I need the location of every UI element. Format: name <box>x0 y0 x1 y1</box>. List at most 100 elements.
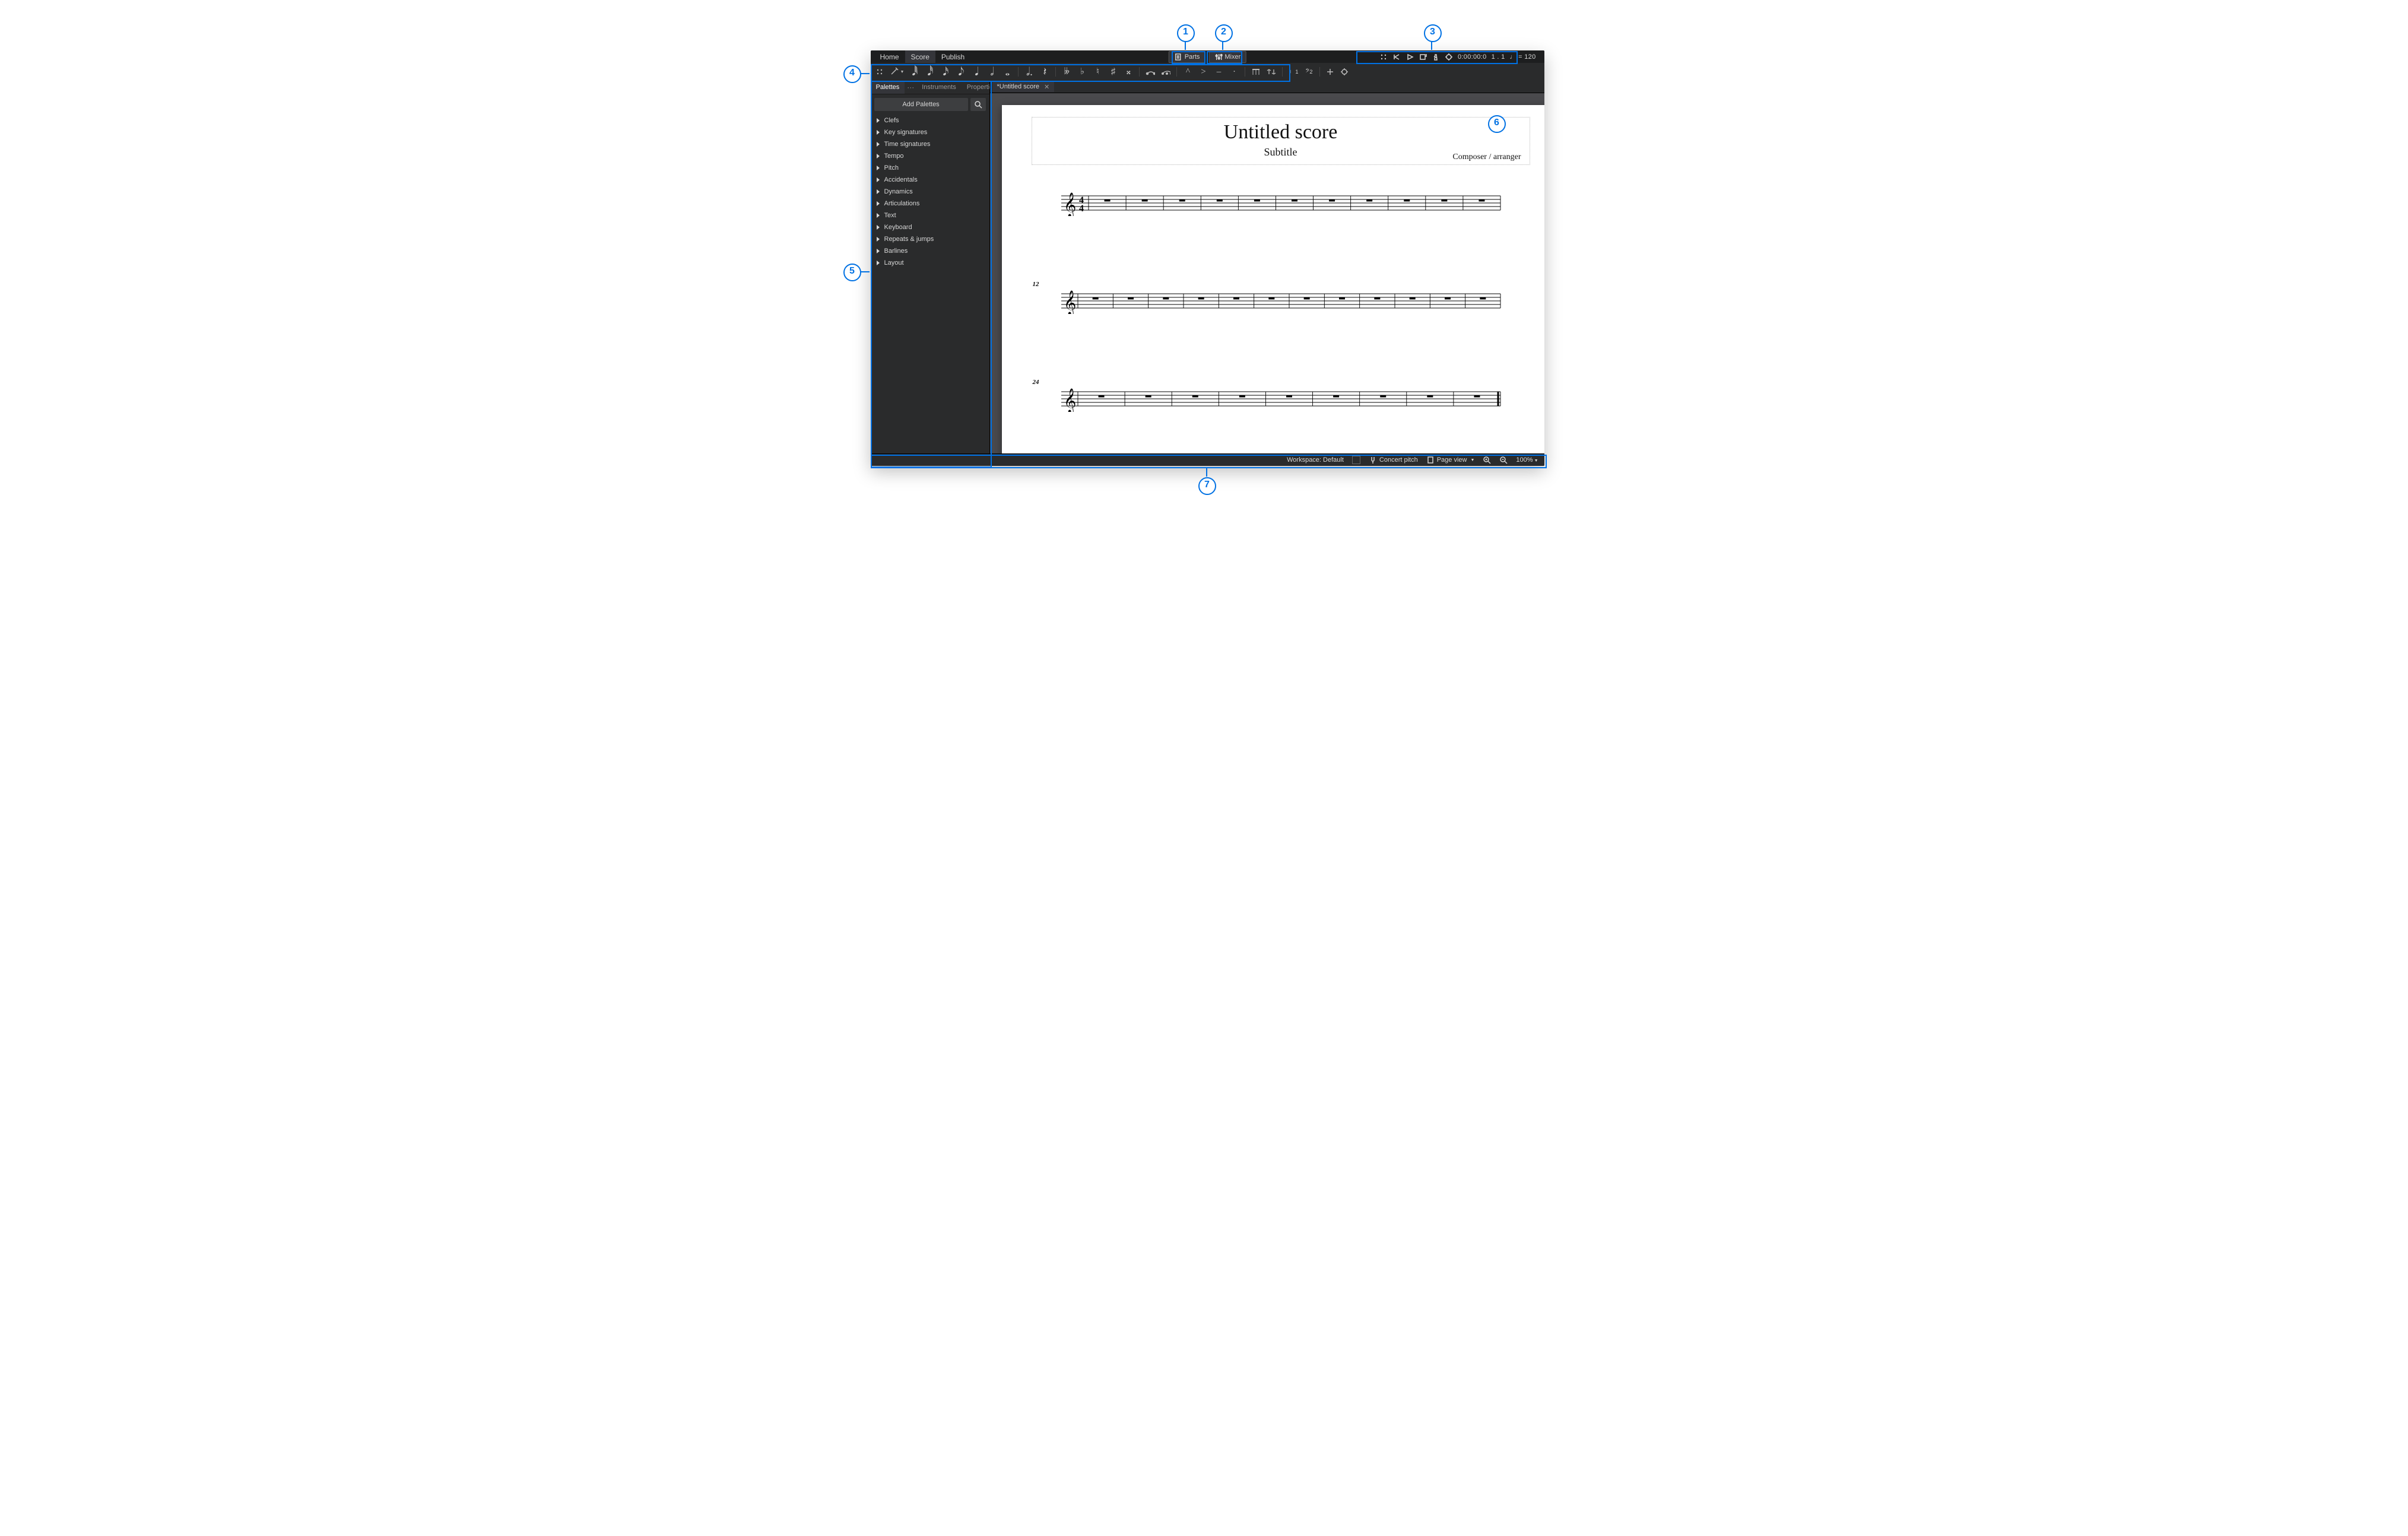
dotted-note-button[interactable]: 𝅗𝅥. <box>1024 66 1034 78</box>
accidental-button-4[interactable]: 𝄪 <box>1124 66 1133 78</box>
menu-bar: HomeScorePublish Parts Mixer 0:00:00: <box>871 50 1544 63</box>
tempo-value[interactable]: ♩ = 120 <box>1509 53 1535 61</box>
palette-item-label: Articulations <box>884 200 920 207</box>
sidebar-tab-instruments[interactable]: Instruments <box>916 81 961 94</box>
score-composer[interactable]: Composer / arranger <box>1452 153 1521 162</box>
tuplet-button[interactable] <box>1251 66 1261 78</box>
concert-pitch-toggle[interactable]: Concert pitch <box>1369 456 1418 464</box>
slur-button[interactable] <box>1161 66 1170 78</box>
zoom-in-button[interactable] <box>1483 456 1491 464</box>
chevron-right-icon <box>877 213 880 218</box>
callout-7: 7 <box>1198 477 1216 495</box>
menu-tab-publish[interactable]: Publish <box>935 50 970 63</box>
palette-item-barlines[interactable]: Barlines <box>871 245 989 257</box>
add-toolbar-button[interactable] <box>1326 68 1334 76</box>
chevron-right-icon <box>877 249 880 253</box>
duration-button-1[interactable]: 𝅘𝅥𝅰 <box>925 66 935 78</box>
duration-button-4[interactable]: 𝅘𝅥 <box>972 66 981 78</box>
score-viewport[interactable]: Untitled score Subtitle Composer / arran… <box>990 93 1544 453</box>
zoom-level[interactable]: 100%▼ <box>1516 456 1538 464</box>
sidebar-palettes: Palettes···InstrumentsProperties Add Pal… <box>871 81 990 453</box>
palette-item-text[interactable]: Text <box>871 210 989 221</box>
search-palettes-button[interactable] <box>970 98 986 111</box>
palette-item-dynamics[interactable]: Dynamics <box>871 186 989 198</box>
chevron-down-icon[interactable]: ▼ <box>900 70 905 74</box>
palette-item-pitch[interactable]: Pitch <box>871 162 989 174</box>
drag-handle-icon[interactable] <box>875 68 884 76</box>
workspace-selector[interactable]: Workspace: Default <box>1287 456 1344 464</box>
palette-item-accidentals[interactable]: Accidentals <box>871 174 989 186</box>
score-page: Untitled score Subtitle Composer / arran… <box>1002 105 1544 453</box>
rest-button[interactable]: 𝄽 <box>1040 66 1049 78</box>
callout-3: 3 <box>1424 24 1442 42</box>
accidental-button-1[interactable]: ♭ <box>1077 66 1087 78</box>
chevron-right-icon <box>877 261 880 265</box>
title-frame[interactable]: Untitled score Subtitle Composer / arran… <box>1032 117 1530 165</box>
metronome-button[interactable] <box>1432 53 1440 61</box>
accidental-button-2[interactable]: ♮ <box>1093 66 1102 78</box>
palette-item-articulations[interactable]: Articulations <box>871 198 989 210</box>
play-button[interactable] <box>1406 53 1414 61</box>
palette-item-tempo[interactable]: Tempo <box>871 150 989 162</box>
voice-2-button[interactable]: 𝄢2 <box>1304 66 1314 78</box>
flip-stem-button[interactable] <box>1267 66 1276 78</box>
document-tab[interactable]: *Untitled score ✕ <box>992 82 1055 92</box>
duration-button-5[interactable]: 𝅗𝅥 <box>987 66 997 78</box>
palette-item-time-signatures[interactable]: Time signatures <box>871 138 989 150</box>
marcato-button[interactable]: ^ <box>1183 66 1192 78</box>
chevron-right-icon <box>877 189 880 194</box>
accidental-button-0[interactable]: 𝄫 <box>1062 66 1071 78</box>
chevron-right-icon <box>877 154 880 158</box>
accidental-button-3[interactable]: ♯ <box>1108 66 1118 78</box>
mixer-button[interactable]: Mixer <box>1208 51 1246 63</box>
palette-item-clefs[interactable]: Clefs <box>871 115 989 126</box>
staff-system-1: 𝄞 4 4 <box>1032 192 1530 216</box>
palette-item-label: Clefs <box>884 117 899 124</box>
duration-button-6[interactable]: 𝅝 <box>1002 66 1012 78</box>
callout-1: 1 <box>1177 24 1195 42</box>
zoom-out-button[interactable] <box>1499 456 1508 464</box>
palette-item-layout[interactable]: Layout <box>871 257 989 269</box>
palette-item-label: Key signatures <box>884 129 928 136</box>
accent-button[interactable]: > <box>1198 66 1208 78</box>
musescore-window: HomeScorePublish Parts Mixer 0:00:00: <box>871 50 1544 466</box>
note-input-mode-button[interactable] <box>890 67 899 77</box>
close-icon[interactable]: ✕ <box>1044 83 1049 91</box>
tie-button[interactable] <box>1146 66 1155 78</box>
chevron-right-icon <box>877 177 880 182</box>
chevron-right-icon <box>877 166 880 170</box>
callout-2: 2 <box>1215 24 1233 42</box>
add-palettes-button[interactable]: Add Palettes <box>874 98 968 111</box>
palette-item-keyboard[interactable]: Keyboard <box>871 221 989 233</box>
duration-button-0[interactable]: 𝅘𝅥𝅱 <box>910 66 919 78</box>
rewind-button[interactable] <box>1392 53 1401 61</box>
staff-system-2: 12 𝄞 <box>1032 281 1530 314</box>
duration-button-2[interactable]: 𝅘𝅥𝅯 <box>941 66 950 78</box>
loop-button[interactable] <box>1419 53 1427 61</box>
score-title[interactable]: Untitled score <box>1035 121 1527 144</box>
sidebar-tab-menu[interactable]: ··· <box>905 83 916 91</box>
palette-item-label: Text <box>884 212 896 219</box>
playback-settings-button[interactable] <box>1445 53 1453 61</box>
palette-item-label: Layout <box>884 259 904 266</box>
palette-item-key-signatures[interactable]: Key signatures <box>871 126 989 138</box>
page-view-selector[interactable]: Page view▼ <box>1426 456 1475 464</box>
svg-text:𝄞: 𝄞 <box>1064 192 1076 216</box>
voice-1-button[interactable]: ♩1 <box>1289 66 1298 78</box>
parts-button[interactable]: Parts <box>1169 51 1205 63</box>
menu-tab-home[interactable]: Home <box>874 50 905 63</box>
chevron-right-icon <box>877 237 880 242</box>
sidebar-tab-palettes[interactable]: Palettes <box>871 81 905 94</box>
palette-item-label: Repeats & jumps <box>884 236 934 243</box>
callout-6: 6 <box>1488 115 1506 133</box>
tenuto-button[interactable]: – <box>1214 66 1223 78</box>
menu-tab-score[interactable]: Score <box>905 50 935 63</box>
palette-item-label: Accidentals <box>884 176 918 183</box>
measure-number: 24 <box>1033 379 1530 386</box>
staccato-button[interactable]: · <box>1229 66 1239 78</box>
svg-text:𝄞: 𝄞 <box>1064 290 1076 314</box>
duration-button-3[interactable]: 𝅘𝅥𝅮 <box>956 66 966 78</box>
drag-handle-icon[interactable] <box>1379 53 1388 61</box>
palette-item-repeats-jumps[interactable]: Repeats & jumps <box>871 233 989 245</box>
toolbar-settings-button[interactable] <box>1340 68 1349 76</box>
